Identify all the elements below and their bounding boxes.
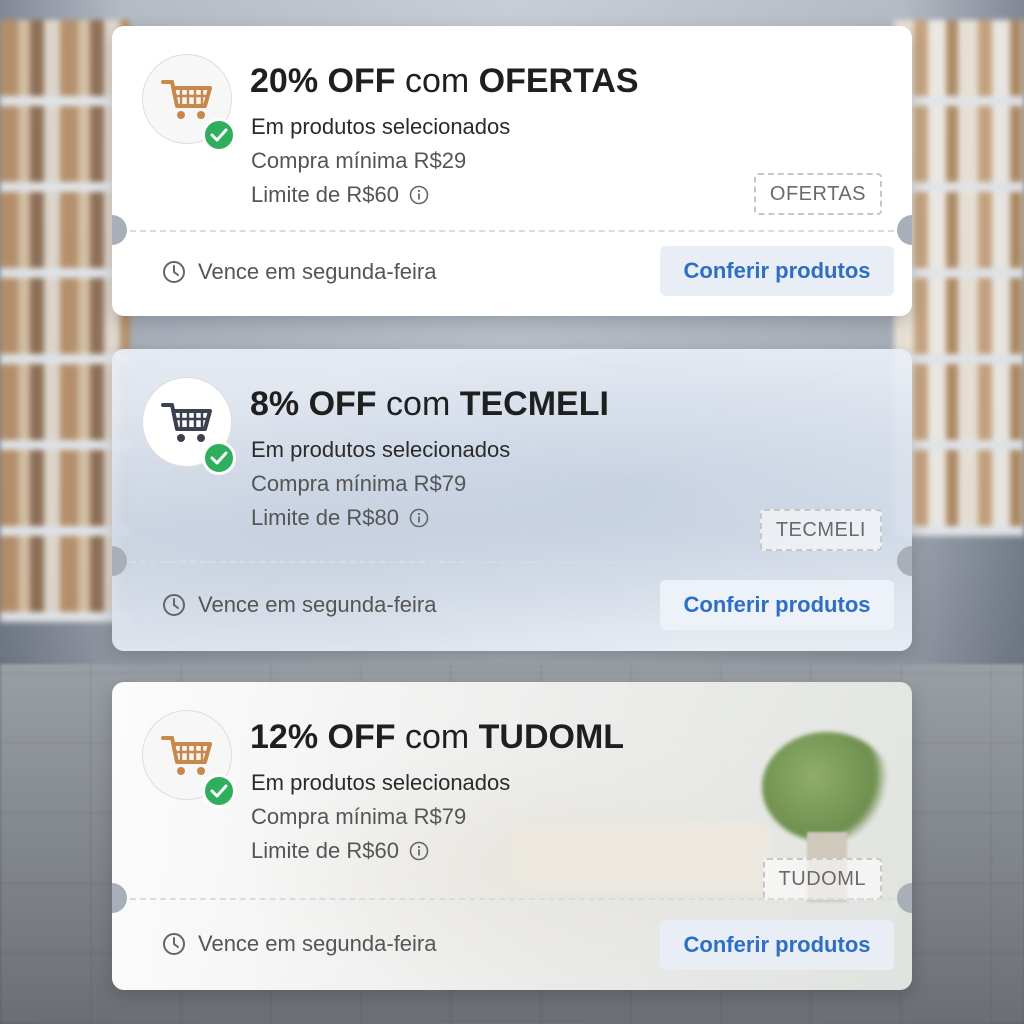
store-shelf-right-background (894, 20, 1024, 536)
ticket-notch-left (112, 215, 127, 245)
info-icon[interactable] (409, 841, 429, 861)
coupon-code-title: OFERTAS (478, 62, 639, 100)
coupon-discount: 12% OFF (250, 718, 396, 756)
coupon-connector: com (386, 385, 451, 423)
info-icon[interactable] (409, 508, 429, 528)
view-products-button[interactable]: Conferir produtos (660, 920, 894, 970)
coupon-minimum: Compra mínima R$29 (251, 148, 467, 173)
coupon-scope: Em produtos selecionados (251, 114, 511, 139)
coupon-scope: Em produtos selecionados (251, 437, 511, 462)
view-products-button[interactable]: Conferir produtos (660, 580, 894, 630)
coupon-discount: 8% OFF (250, 385, 377, 423)
coupon-code-title: TUDOML (478, 718, 625, 756)
clock-icon (163, 594, 185, 616)
coupon-expiry-row: Vence em segunda-feira (162, 592, 437, 618)
coupon-limit-row: Limite de R$80 (251, 505, 429, 531)
coupon-title: 20% OFF com OFERTAS (250, 62, 639, 101)
coupon-connector: com (404, 718, 470, 756)
coupon-scope: Em produtos selecionados (251, 770, 511, 795)
coupon-limit: Limite de R$60 (251, 182, 399, 207)
dashed-divider (130, 561, 894, 563)
coupon-minimum: Compra mínima R$79 (251, 471, 467, 496)
coupon-expiry: Vence em segunda-feira (198, 259, 437, 284)
ticket-notch-right (897, 215, 912, 245)
coupon-expiry-row: Vence em segunda-feira (162, 931, 437, 957)
coupon-expiry: Vence em segunda-feira (198, 931, 437, 956)
store-shelf-left-background (0, 20, 130, 622)
coupon-limit-row: Limite de R$60 (251, 182, 429, 208)
coupon-code-tag: OFERTAS (753, 173, 882, 215)
info-icon[interactable] (409, 185, 429, 205)
coupon-code-tag: TUDOML (762, 858, 882, 900)
check-icon (202, 774, 236, 808)
coupon-expiry: Vence em segunda-feira (198, 592, 437, 617)
coupon-code-tag: TECMELI (759, 509, 882, 551)
coupon-minimum: Compra mínima R$79 (251, 804, 467, 829)
dashed-divider (130, 230, 894, 232)
clock-icon (163, 933, 185, 955)
coupon-expiry-row: Vence em segunda-feira (162, 259, 437, 285)
clock-icon (163, 261, 185, 283)
coupon-limit: Limite de R$60 (251, 838, 399, 863)
coupon-limit: Limite de R$80 (251, 505, 399, 530)
view-products-button[interactable]: Conferir produtos (660, 246, 894, 296)
coupon-code-title: TECMELI (459, 385, 609, 423)
coupon-card-ofertas: 20% OFF com OFERTAS Em produtos selecion… (112, 26, 912, 316)
coupon-title: 8% OFF com TECMELI (250, 385, 609, 424)
check-icon (202, 441, 236, 475)
check-icon (202, 118, 236, 152)
coupon-discount: 20% OFF (250, 62, 396, 100)
coupon-limit-row: Limite de R$60 (251, 838, 429, 864)
coupon-card-tecmeli: 8% OFF com TECMELI Em produtos seleciona… (112, 349, 912, 651)
coupon-connector: com (404, 62, 470, 100)
dashed-divider (130, 898, 894, 900)
coupon-card-tudoml: 12% OFF com TUDOML Em produtos seleciona… (112, 682, 912, 990)
coupon-title: 12% OFF com TUDOML (250, 718, 624, 757)
blurred-sofa-image (512, 822, 772, 892)
